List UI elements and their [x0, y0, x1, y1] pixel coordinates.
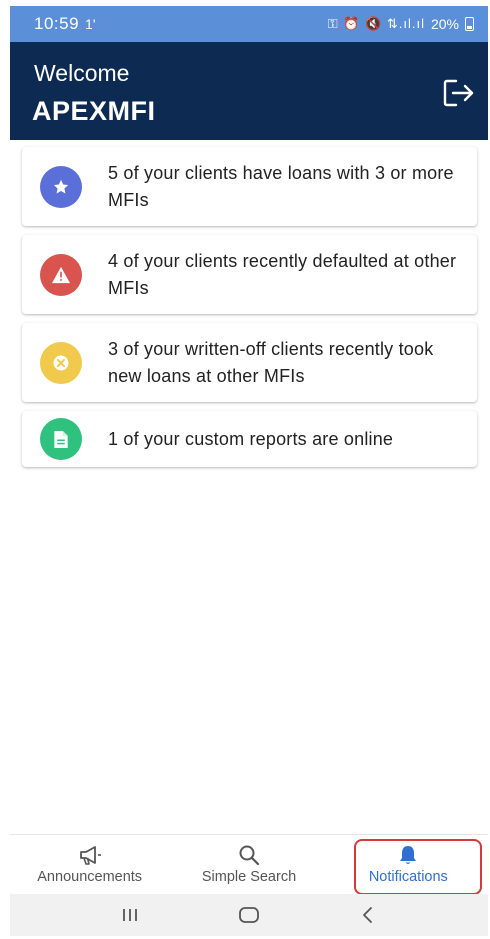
bell-icon [400, 846, 417, 864]
notification-text: 4 of your clients recently defaulted at … [108, 250, 457, 298]
back-icon [363, 907, 373, 923]
status-time: 10:59 [34, 14, 80, 33]
warning-icon [40, 253, 82, 296]
bottom-navigation: Announcements Simple Search Notification… [10, 834, 488, 894]
app-header: Welcome APEXMFI [10, 42, 488, 140]
nav-announcements-label: Announcements [37, 869, 143, 885]
phone-screen: 10:59 1' ⚿ ⏰ 🔇 ⇅.ıl.ıl 20% Welcome APEXM… [10, 6, 488, 936]
recent-apps-icon [122, 909, 137, 921]
cancel-icon [40, 341, 82, 384]
nav-notifications-label: Notifications [368, 869, 448, 885]
megaphone-icon [79, 846, 101, 865]
nav-notifications[interactable]: Notifications [329, 835, 488, 894]
notification-list: 5 of your clients have loans with 3 or m… [22, 147, 477, 476]
welcome-label: Welcome [34, 60, 130, 86]
notification-card-multiple-loans[interactable]: 5 of your clients have loans with 3 or m… [22, 147, 477, 226]
nav-simple-search[interactable]: Simple Search [169, 835, 328, 894]
battery-icon [465, 17, 474, 31]
notification-card-custom-reports[interactable]: 1 of your custom reports are online [22, 411, 477, 467]
recent-apps-button[interactable] [110, 900, 150, 930]
notification-card-defaulted[interactable]: 4 of your clients recently defaulted at … [22, 235, 477, 314]
back-button[interactable] [348, 900, 388, 930]
logout-button[interactable] [442, 78, 476, 108]
star-icon [40, 165, 82, 208]
nav-simple-search-label: Simple Search [201, 869, 297, 885]
status-indicators: ⚿ ⏰ 🔇 ⇅.ıl.ıl 20% [328, 16, 474, 32]
notification-text: 1 of your custom reports are online [108, 428, 394, 449]
search-icon [239, 845, 260, 866]
document-icon [40, 418, 82, 460]
nav-announcements[interactable]: Announcements [10, 835, 169, 894]
system-navigation-bar [10, 894, 488, 936]
battery-percent: 20% [430, 16, 459, 32]
logout-icon [443, 79, 474, 107]
status-icons: ⚿ ⏰ 🔇 ⇅.ıl.ıl [327, 16, 425, 31]
status-extra: 1' [85, 16, 96, 32]
home-icon [239, 907, 259, 923]
notification-card-written-off[interactable]: 3 of your written-off clients recently t… [22, 323, 477, 402]
status-bar: 10:59 1' ⚿ ⏰ 🔇 ⇅.ıl.ıl 20% [10, 6, 488, 42]
home-button[interactable] [229, 900, 269, 930]
org-name: APEXMFI [32, 96, 156, 126]
notification-text: 3 of your written-off clients recently t… [108, 338, 434, 386]
notification-text: 5 of your clients have loans with 3 or m… [108, 162, 454, 210]
